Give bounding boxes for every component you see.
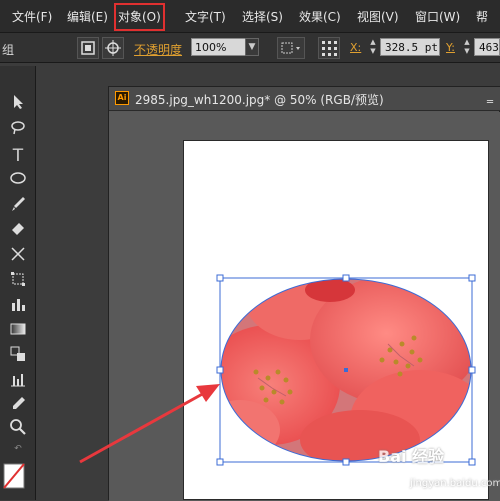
flower-image[interactable] bbox=[200, 260, 490, 470]
handle-top-left[interactable] bbox=[216, 274, 224, 282]
handle-middle-left[interactable] bbox=[216, 366, 224, 374]
watermark-url: jingyan.baidu.com bbox=[410, 478, 500, 489]
handle-bottom-left[interactable] bbox=[216, 458, 224, 466]
handle-top-center[interactable] bbox=[342, 274, 350, 282]
canvas-overlay bbox=[79, 260, 490, 470]
handle-top-right[interactable] bbox=[468, 274, 476, 282]
handle-bottom-right[interactable] bbox=[468, 458, 476, 466]
handle-bottom-center[interactable] bbox=[342, 458, 350, 466]
handle-middle-right[interactable] bbox=[468, 366, 476, 374]
center-point bbox=[344, 368, 348, 372]
annotation-arrow-icon bbox=[79, 384, 220, 464]
watermark-logo: Bai 经验 bbox=[378, 447, 445, 466]
